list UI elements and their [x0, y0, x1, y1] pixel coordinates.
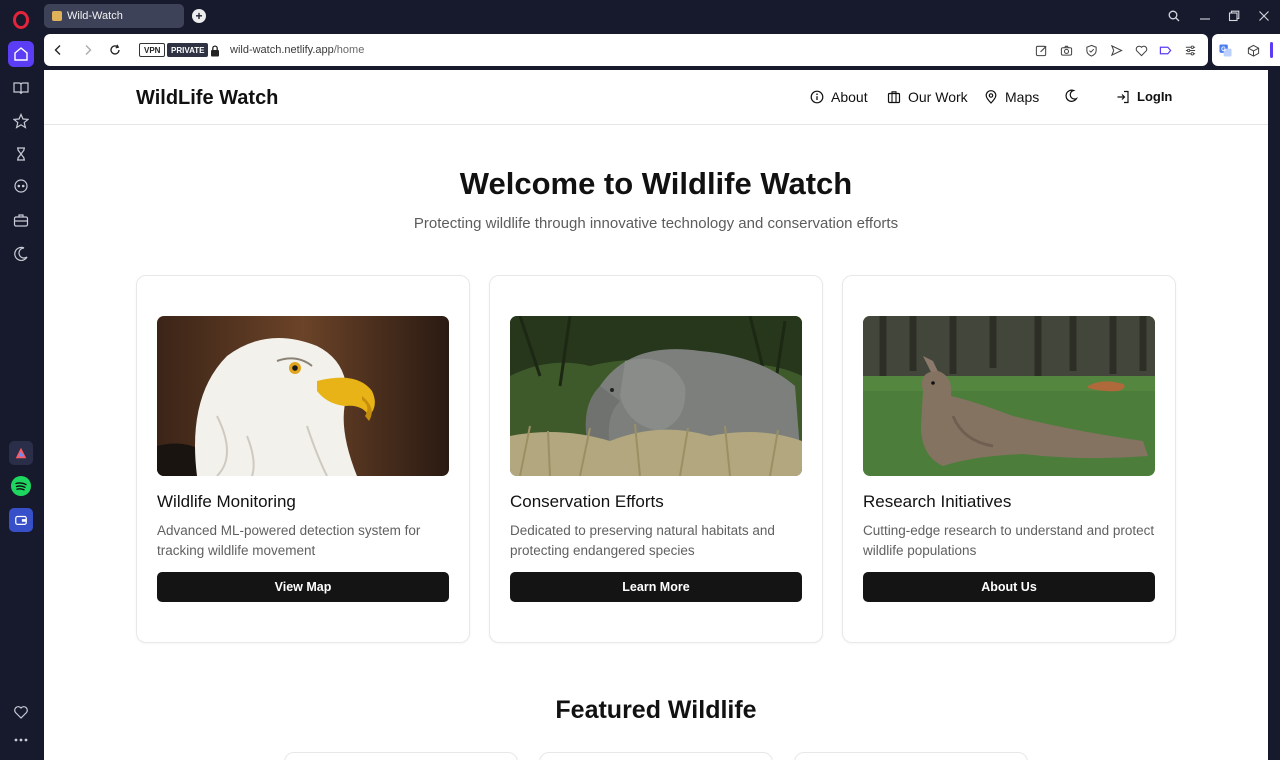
nav-maps[interactable]: Maps — [984, 89, 1039, 105]
building-icon — [887, 91, 901, 104]
vpn-badge[interactable]: VPN — [139, 43, 166, 57]
login-icon — [1117, 90, 1129, 103]
tab-favicon-icon — [52, 11, 62, 21]
theme-toggle-moon-icon[interactable] — [1064, 89, 1085, 103]
aria-app-icon[interactable] — [9, 441, 33, 465]
nav-our-work-label: Our Work — [908, 89, 968, 105]
address-toolbar: VPN PRIVATE wild-watch.netlify.app/home — [44, 34, 1208, 66]
home-icon[interactable] — [8, 41, 34, 67]
lock-icon[interactable] — [210, 44, 220, 57]
nav-login[interactable]: LogIn — [1116, 89, 1172, 104]
back-icon[interactable] — [50, 42, 66, 58]
card-description: Advanced ML-powered detection system for… — [157, 523, 421, 558]
heart-icon[interactable] — [8, 699, 34, 725]
featured-wildlife-title: Featured Wildlife — [555, 696, 757, 724]
tab-wild-watch[interactable]: Wild-Watch — [44, 4, 184, 28]
star-icon[interactable] — [8, 108, 34, 134]
card-title: Conservation Efforts — [510, 492, 664, 511]
favorite-heart-icon[interactable] — [1134, 43, 1148, 57]
private-badge: PRIVATE — [167, 43, 209, 57]
tag-icon[interactable] — [1158, 43, 1172, 57]
restore-icon[interactable] — [1226, 8, 1242, 24]
featured-card[interactable] — [794, 752, 1028, 760]
card-conservation-efforts: Conservation Efforts Dedicated to preser… — [489, 275, 823, 643]
card-description: Dedicated to preserving natural habitats… — [510, 523, 775, 558]
send-icon[interactable] — [1109, 43, 1123, 57]
easy-setup-icon[interactable] — [1183, 43, 1197, 57]
extensions-bar: G — [1212, 34, 1280, 66]
opera-logo-icon[interactable] — [13, 11, 29, 29]
hero-title: Welcome to Wildlife Watch — [459, 166, 853, 201]
close-icon[interactable] — [1256, 8, 1272, 24]
url-host: wild-watch.netlify.app — [230, 44, 334, 56]
wallet-app-icon[interactable] — [9, 508, 33, 532]
spotify-app-icon[interactable] — [9, 474, 33, 498]
view-map-button[interactable]: View Map — [157, 572, 449, 602]
cube-icon[interactable] — [1246, 43, 1260, 57]
site-logo[interactable]: WildLife Watch — [136, 87, 278, 110]
moon-icon[interactable] — [8, 241, 34, 267]
new-tab-button[interactable]: + — [192, 9, 206, 23]
about-us-button[interactable]: About Us — [863, 572, 1155, 602]
hourglass-icon[interactable] — [8, 141, 34, 167]
shield-icon[interactable] — [1084, 43, 1098, 57]
web-page: WildLife Watch About Our Work Maps LogIn… — [44, 70, 1268, 760]
nav-our-work[interactable]: Our Work — [887, 89, 968, 105]
nav-maps-label: Maps — [1005, 89, 1040, 105]
minimize-icon[interactable] — [1197, 8, 1213, 24]
hero-subtitle: Protecting wildlife through innovative t… — [413, 215, 899, 232]
reload-icon[interactable] — [107, 42, 123, 58]
card-title: Research Initiatives — [863, 492, 1012, 511]
url-field[interactable]: wild-watch.netlify.app/home — [230, 44, 364, 56]
learn-more-button[interactable]: Learn More — [510, 572, 802, 602]
camera-icon[interactable] — [1059, 43, 1073, 57]
more-icon[interactable] — [8, 727, 34, 753]
browser-sidebar — [0, 0, 42, 760]
edit-icon[interactable] — [1034, 43, 1048, 57]
nav-login-label: LogIn — [1137, 89, 1173, 104]
card-title: Wildlife Monitoring — [157, 492, 296, 511]
nav-about[interactable]: About — [810, 89, 868, 105]
elephant-image — [510, 316, 802, 476]
map-pin-icon — [985, 90, 997, 104]
sidebar-toggle-indicator[interactable] — [1270, 42, 1273, 58]
info-icon — [810, 90, 824, 104]
bald-eagle-image — [157, 316, 449, 476]
briefcase-icon[interactable] — [8, 207, 34, 233]
forward-icon[interactable] — [80, 42, 96, 58]
tab-strip: Wild-Watch + — [42, 0, 1280, 32]
card-wildlife-monitoring: Wildlife Monitoring Advanced ML-powered … — [136, 275, 470, 643]
book-icon[interactable] — [8, 75, 34, 101]
nav-about-label: About — [831, 89, 868, 105]
featured-card[interactable] — [284, 752, 518, 760]
svg-text:G: G — [1221, 47, 1226, 53]
skull-icon[interactable] — [8, 174, 34, 200]
url-path: /home — [333, 44, 365, 56]
tab-title: Wild-Watch — [67, 10, 123, 22]
site-header: WildLife Watch About Our Work Maps LogIn — [44, 70, 1268, 125]
search-tabs-icon[interactable] — [1166, 8, 1182, 24]
card-description: Cutting-edge research to understand and … — [863, 523, 1155, 558]
featured-card[interactable] — [539, 752, 773, 760]
card-research-initiatives: Research Initiatives Cutting-edge resear… — [842, 275, 1176, 643]
kangaroo-image — [863, 316, 1155, 476]
translate-icon[interactable]: G — [1218, 43, 1232, 57]
